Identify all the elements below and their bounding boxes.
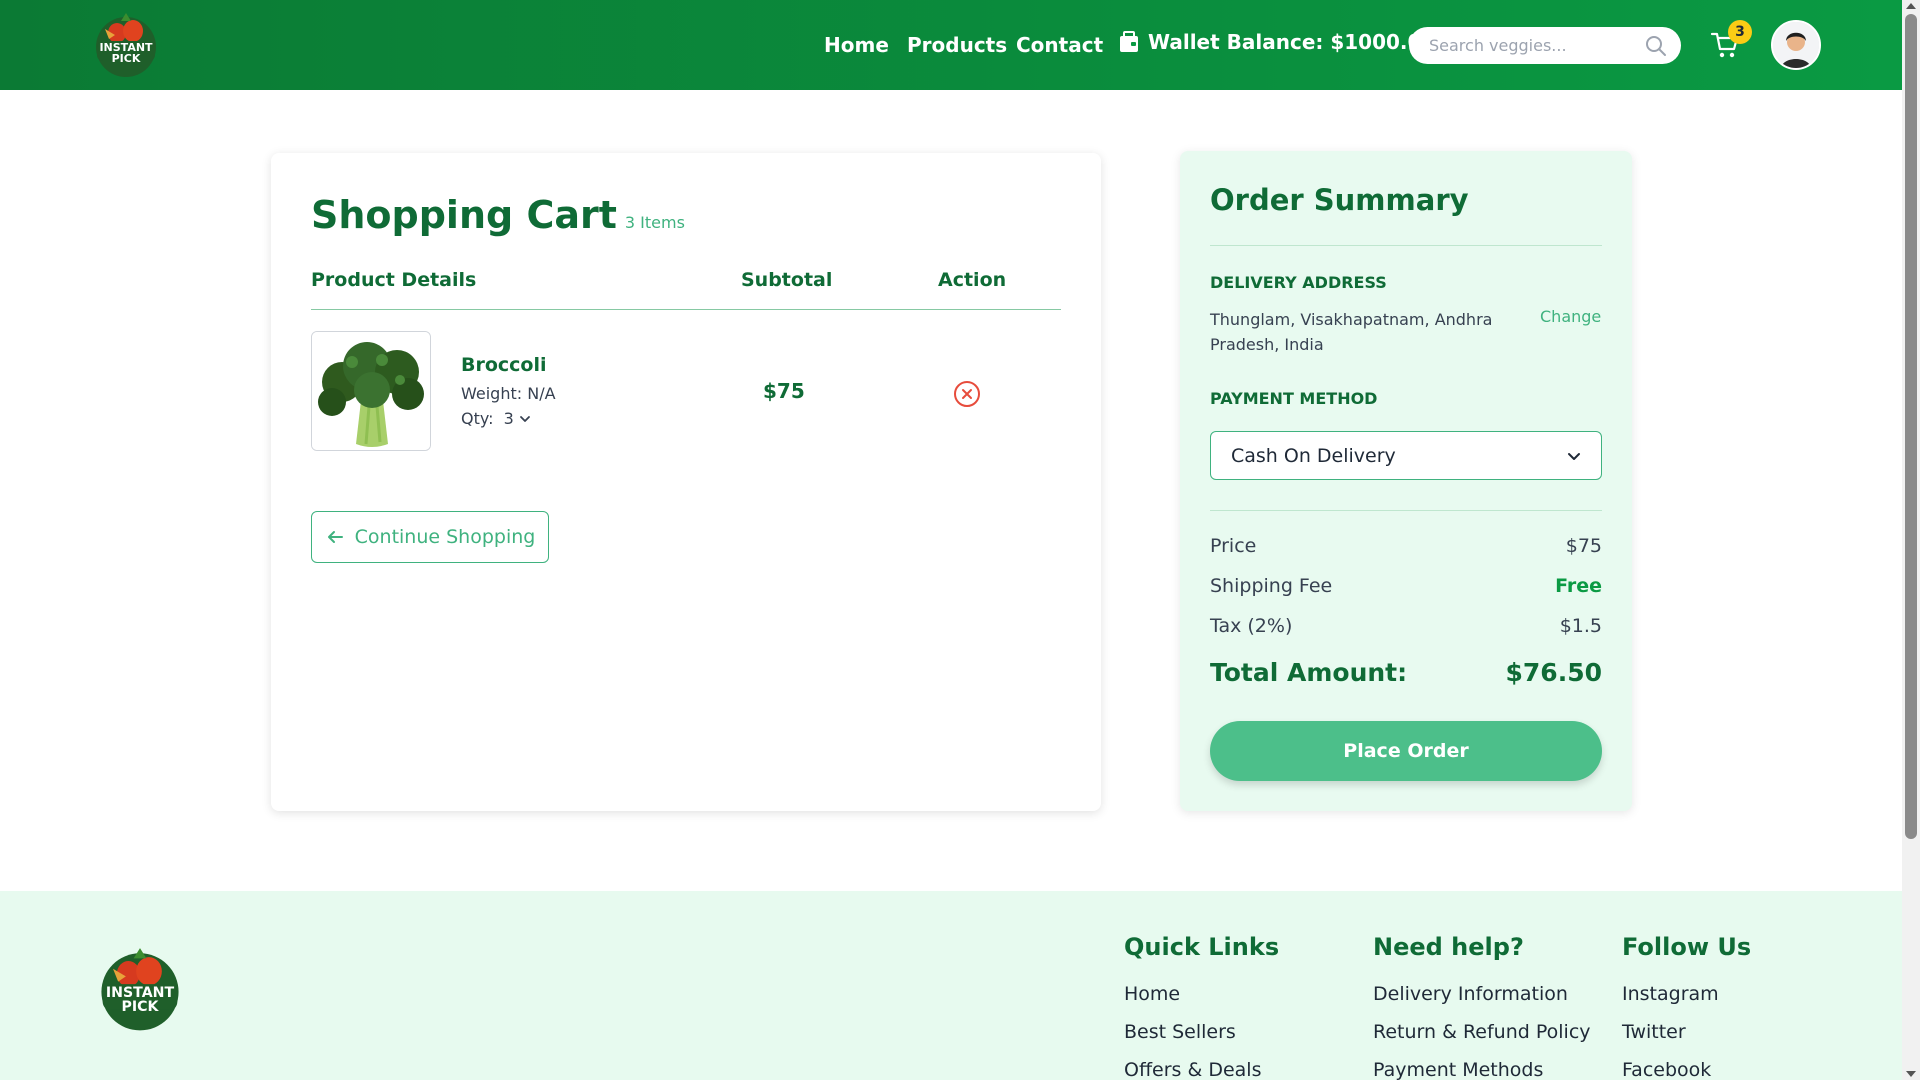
footer-follow-us: Follow Us Instagram Twitter Facebook bbox=[1622, 933, 1751, 1080]
instant-pick-logo[interactable]: INSTANT PICK bbox=[91, 9, 161, 79]
cart-count-badge: 3 bbox=[1728, 20, 1752, 44]
user-avatar[interactable] bbox=[1771, 20, 1821, 70]
item-subtotal: $75 bbox=[763, 379, 805, 403]
scroll-down-arrow-icon[interactable] bbox=[1906, 1071, 1916, 1077]
arrow-left-icon bbox=[327, 531, 343, 543]
price-label: Price bbox=[1210, 535, 1257, 557]
product-weight: Weight: N/A bbox=[461, 384, 556, 403]
footer-link-twitter[interactable]: Twitter bbox=[1622, 1021, 1751, 1043]
product-image-broccoli[interactable] bbox=[311, 331, 431, 451]
column-header-action: Action bbox=[938, 269, 1007, 291]
footer-link-return-refund[interactable]: Return & Refund Policy bbox=[1373, 1021, 1591, 1043]
summary-divider bbox=[1210, 245, 1602, 246]
shipping-fee-row: Shipping Fee Free bbox=[1210, 575, 1602, 597]
footer-link-offers-deals[interactable]: Offers & Deals bbox=[1124, 1059, 1279, 1080]
footer-link-facebook[interactable]: Facebook bbox=[1622, 1059, 1751, 1080]
delivery-address-label: DELIVERY ADDRESS bbox=[1210, 273, 1387, 292]
wallet-balance[interactable]: Wallet Balance: $1000.00 bbox=[1118, 30, 1435, 54]
cart-heading: Shopping Cart 3 Items bbox=[311, 193, 685, 237]
tax-row: Tax (2%) $1.5 bbox=[1210, 615, 1602, 637]
total-amount-value: $76.50 bbox=[1505, 658, 1602, 687]
svg-text:PICK: PICK bbox=[122, 999, 160, 1015]
wallet-icon bbox=[1120, 31, 1138, 52]
price-row: Price $75 bbox=[1210, 535, 1602, 557]
quantity-select[interactable]: 3 bbox=[503, 409, 519, 428]
footer-quick-links: Quick Links Home Best Sellers Offers & D… bbox=[1124, 933, 1279, 1080]
shipping-fee-label: Shipping Fee bbox=[1210, 575, 1333, 597]
tax-value: $1.5 bbox=[1559, 615, 1602, 637]
column-header-subtotal: Subtotal bbox=[741, 269, 833, 291]
wallet-balance-label: Wallet Balance: $1000.00 bbox=[1148, 30, 1436, 54]
order-summary-panel: Order Summary DELIVERY ADDRESS Thunglam,… bbox=[1180, 151, 1632, 811]
follow-us-title: Follow Us bbox=[1622, 933, 1752, 961]
delivery-address-text: Thunglam, Visakhapatnam, Andhra Pradesh,… bbox=[1210, 310, 1493, 354]
order-summary-title: Order Summary bbox=[1210, 183, 1469, 217]
change-address-link[interactable]: Change bbox=[1540, 307, 1601, 326]
footer-link-delivery-info[interactable]: Delivery Information bbox=[1373, 983, 1591, 1005]
footer-need-help: Need help? Delivery Information Return &… bbox=[1373, 933, 1591, 1080]
payment-method-label: PAYMENT METHOD bbox=[1210, 389, 1378, 408]
footer-link-payment-methods[interactable]: Payment Methods bbox=[1373, 1059, 1591, 1080]
place-order-button[interactable]: Place Order bbox=[1210, 721, 1602, 781]
payment-method-value: Cash On Delivery bbox=[1231, 444, 1396, 467]
continue-shopping-button[interactable]: Continue Shopping bbox=[311, 511, 549, 563]
continue-shopping-label: Continue Shopping bbox=[354, 526, 536, 548]
remove-item-icon[interactable] bbox=[953, 380, 981, 408]
search-bar bbox=[1409, 27, 1681, 64]
page-scrollbar[interactable] bbox=[1902, 0, 1920, 1080]
nav-products-link[interactable]: Products bbox=[907, 33, 1007, 57]
footer-logo[interactable]: INSTANT PICK bbox=[95, 943, 185, 1033]
total-amount-label: Total Amount: bbox=[1210, 658, 1408, 687]
footer-link-best-sellers[interactable]: Best Sellers bbox=[1124, 1021, 1279, 1043]
cart-item-count: 3 Items bbox=[624, 213, 685, 232]
shopping-cart-panel: Shopping Cart 3 Items Product Details Su… bbox=[271, 153, 1101, 811]
scrollbar-thumb[interactable] bbox=[1905, 14, 1917, 839]
quick-links-title: Quick Links bbox=[1124, 933, 1280, 961]
svg-text:PICK: PICK bbox=[112, 52, 141, 65]
product-name[interactable]: Broccoli bbox=[461, 354, 547, 376]
footer-link-home[interactable]: Home bbox=[1124, 983, 1279, 1005]
scroll-up-arrow-icon[interactable] bbox=[1906, 3, 1916, 9]
tax-label: Tax (2%) bbox=[1210, 615, 1293, 637]
total-amount-row: Total Amount: $76.50 bbox=[1210, 658, 1602, 687]
price-value: $75 bbox=[1565, 535, 1602, 557]
page-footer: INSTANT PICK Quick Links Home Best Selle… bbox=[0, 891, 1902, 1080]
footer-link-instagram[interactable]: Instagram bbox=[1622, 983, 1751, 1005]
header-divider bbox=[311, 309, 1061, 310]
shipping-fee-value: Free bbox=[1555, 575, 1602, 597]
nav-home-link[interactable]: Home bbox=[824, 33, 889, 57]
need-help-title: Need help? bbox=[1373, 933, 1524, 961]
chevron-down-icon bbox=[519, 415, 530, 422]
quantity-label: Qty: bbox=[461, 409, 494, 428]
summary-divider bbox=[1210, 510, 1602, 511]
chevron-down-icon bbox=[1568, 452, 1580, 460]
cart-title: Shopping Cart bbox=[311, 193, 617, 237]
nav-contact-link[interactable]: Contact bbox=[1016, 33, 1103, 57]
search-input[interactable] bbox=[1429, 36, 1629, 55]
search-icon[interactable] bbox=[1645, 35, 1667, 57]
product-quantity: Qty: 3 bbox=[461, 409, 531, 428]
payment-method-select[interactable]: Cash On Delivery bbox=[1210, 431, 1602, 480]
column-header-product-details: Product Details bbox=[311, 269, 477, 291]
top-navbar: INSTANT PICK Home Products Contact Walle… bbox=[0, 0, 1902, 90]
